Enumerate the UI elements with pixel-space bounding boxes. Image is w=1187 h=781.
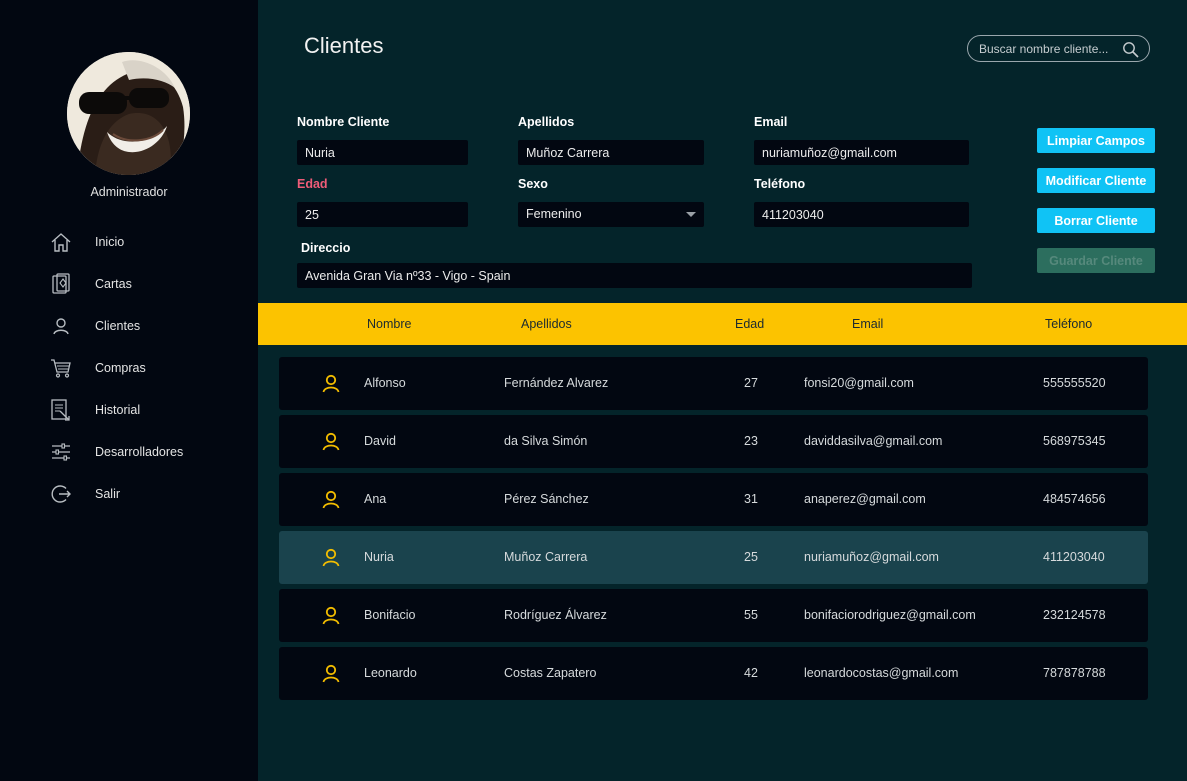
search-box bbox=[967, 35, 1150, 62]
cell-email: daviddasilva@gmail.com bbox=[804, 434, 943, 448]
user-icon bbox=[322, 432, 340, 451]
table-row[interactable]: David da Silva Simón 23 daviddasilva@gma… bbox=[279, 415, 1148, 468]
sidebar-item-label: Salir bbox=[95, 487, 121, 501]
sidebar-nav: Inicio Cartas Clientes Compras Historial… bbox=[0, 229, 258, 523]
user-icon bbox=[322, 374, 340, 393]
cell-nombre: Nuria bbox=[364, 550, 394, 564]
sidebar: Administrador Inicio Cartas Clientes Com… bbox=[0, 0, 258, 781]
search-input[interactable] bbox=[979, 41, 1114, 57]
edad-field[interactable] bbox=[297, 202, 468, 227]
clear-fields-button[interactable]: Limpiar Campos bbox=[1037, 128, 1155, 153]
cell-email: fonsi20@gmail.com bbox=[804, 376, 914, 390]
apellidos-field[interactable] bbox=[518, 140, 704, 165]
cell-nombre: Bonifacio bbox=[364, 608, 416, 622]
sidebar-item-cartas[interactable]: Cartas bbox=[0, 271, 258, 313]
column-header-apellidos[interactable]: Apellidos bbox=[521, 317, 572, 331]
table-row[interactable]: Bonifacio Rodríguez Álvarez 55 bonifacio… bbox=[279, 589, 1148, 642]
cell-nombre: Ana bbox=[364, 492, 387, 506]
cell-email: anaperez@gmail.com bbox=[804, 492, 926, 506]
sidebar-item-label: Cartas bbox=[95, 277, 132, 291]
cell-telefono: 555555520 bbox=[1043, 376, 1106, 390]
sidebar-item-inicio[interactable]: Inicio bbox=[0, 229, 258, 271]
profile-photo bbox=[67, 52, 190, 175]
sidebar-item-label: Compras bbox=[95, 361, 146, 375]
sidebar-item-historial[interactable]: Historial bbox=[0, 397, 258, 439]
user-icon bbox=[322, 490, 340, 509]
column-header-telefono[interactable]: Teléfono bbox=[1045, 317, 1092, 331]
table-row[interactable]: Leonardo Costas Zapatero 42 leonardocost… bbox=[279, 647, 1148, 700]
cell-nombre: Leonardo bbox=[364, 666, 417, 680]
cell-apellidos: Fernández Alvarez bbox=[504, 376, 609, 390]
sexo-label: Sexo bbox=[518, 177, 548, 191]
chevron-down-icon bbox=[686, 212, 696, 217]
sidebar-item-label: Historial bbox=[95, 403, 141, 417]
avatar bbox=[67, 52, 190, 175]
sidebar-item-clientes[interactable]: Clientes bbox=[0, 313, 258, 355]
column-header-nombre[interactable]: Nombre bbox=[367, 317, 411, 331]
cell-email: nuriamuñoz@gmail.com bbox=[804, 550, 939, 564]
cell-telefono: 232124578 bbox=[1043, 608, 1106, 622]
telefono-label: Teléfono bbox=[754, 177, 806, 191]
cell-telefono: 411203040 bbox=[1043, 550, 1105, 564]
cell-telefono: 568975345 bbox=[1043, 434, 1106, 448]
cart-icon bbox=[51, 359, 71, 378]
cell-apellidos: Muñoz Carrera bbox=[504, 550, 588, 564]
table-row[interactable]: Ana Pérez Sánchez 31 anaperez@gmail.com … bbox=[279, 473, 1148, 526]
nombre-label: Nombre Cliente bbox=[297, 115, 390, 129]
sidebar-item-desarrolladores[interactable]: Desarrolladores bbox=[0, 439, 258, 481]
cell-nombre: Alfonso bbox=[364, 376, 406, 390]
column-header-email[interactable]: Email bbox=[852, 317, 883, 331]
cell-telefono: 787878788 bbox=[1043, 666, 1106, 680]
save-client-button[interactable]: Guardar Cliente bbox=[1037, 248, 1155, 273]
cell-email: leonardocostas@gmail.com bbox=[804, 666, 959, 680]
cell-apellidos: Costas Zapatero bbox=[504, 666, 597, 680]
edad-label: Edad bbox=[297, 177, 328, 191]
direccion-field[interactable] bbox=[297, 263, 972, 288]
logout-icon bbox=[51, 485, 71, 503]
direccion-label: Direccio bbox=[301, 241, 351, 255]
sexo-selected-value: Femenino bbox=[526, 207, 582, 221]
cell-apellidos: Rodríguez Álvarez bbox=[504, 608, 607, 622]
cell-edad: 23 bbox=[744, 434, 758, 448]
user-icon bbox=[322, 548, 340, 567]
apellidos-label: Apellidos bbox=[518, 115, 575, 129]
delete-client-button[interactable]: Borrar Cliente bbox=[1037, 208, 1155, 233]
nombre-field[interactable] bbox=[297, 140, 468, 165]
cell-edad: 42 bbox=[744, 666, 758, 680]
user-icon bbox=[53, 318, 69, 335]
cell-apellidos: da Silva Simón bbox=[504, 434, 588, 448]
column-header-edad[interactable]: Edad bbox=[735, 317, 764, 331]
email-field[interactable] bbox=[754, 140, 969, 165]
sexo-select[interactable]: Femenino bbox=[518, 202, 704, 227]
cell-nombre: David bbox=[364, 434, 396, 448]
sidebar-item-compras[interactable]: Compras bbox=[0, 355, 258, 397]
cell-edad: 27 bbox=[744, 376, 758, 390]
page-title: Clientes bbox=[304, 33, 384, 58]
cell-edad: 31 bbox=[744, 492, 758, 506]
table-row[interactable]: Alfonso Fernández Alvarez 27 fonsi20@gma… bbox=[279, 357, 1148, 410]
home-icon bbox=[51, 233, 71, 252]
sidebar-item-salir[interactable]: Salir bbox=[0, 481, 258, 523]
cards-icon bbox=[52, 273, 70, 294]
sliders-icon bbox=[52, 443, 70, 461]
cell-edad: 25 bbox=[744, 550, 758, 564]
history-icon bbox=[51, 399, 70, 421]
modify-client-button[interactable]: Modificar Cliente bbox=[1037, 168, 1155, 193]
email-label: Email bbox=[754, 115, 788, 129]
cell-apellidos: Pérez Sánchez bbox=[504, 492, 589, 506]
table-row-selected[interactable]: Nuria Muñoz Carrera 25 nuriamuñoz@gmail.… bbox=[279, 531, 1148, 584]
sidebar-item-label: Inicio bbox=[95, 235, 125, 249]
sidebar-item-label: Clientes bbox=[95, 319, 141, 333]
cell-email: bonifaciorodriguez@gmail.com bbox=[804, 608, 976, 622]
user-icon bbox=[322, 606, 340, 625]
table-header: Nombre Apellidos Edad Email Teléfono bbox=[258, 303, 1187, 345]
sidebar-item-label: Desarrolladores bbox=[95, 445, 184, 459]
user-icon bbox=[322, 664, 340, 683]
user-role-label: Administrador bbox=[90, 185, 168, 199]
cell-telefono: 484574656 bbox=[1043, 492, 1106, 506]
telefono-field[interactable] bbox=[754, 202, 969, 227]
search-icon[interactable] bbox=[1122, 41, 1139, 58]
cell-edad: 55 bbox=[744, 608, 758, 622]
